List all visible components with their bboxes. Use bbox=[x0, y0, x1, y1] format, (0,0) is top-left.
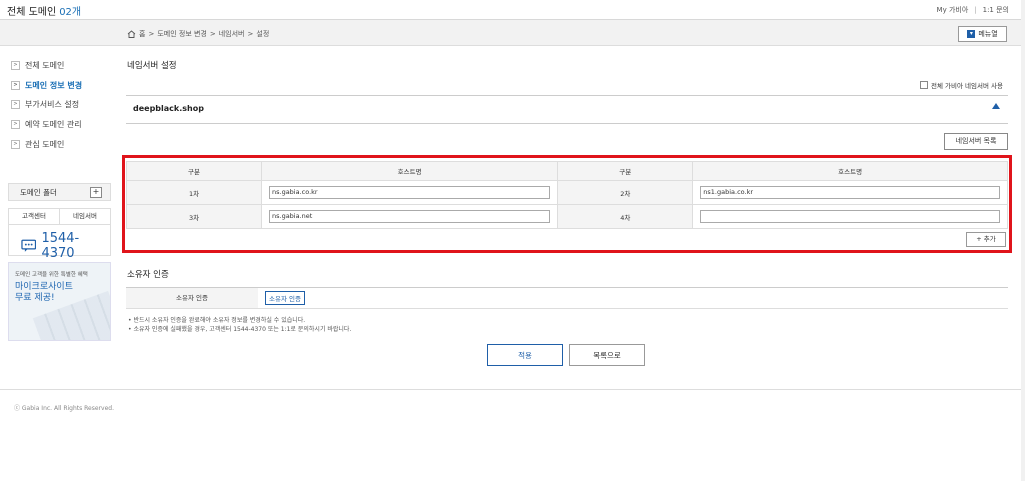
sidebar-item-label: 전체 도메인 bbox=[25, 61, 65, 70]
sidebar-item-all-domains[interactable]: > 전체 도메인 bbox=[11, 60, 64, 71]
menu-open-label: 메뉴열 bbox=[978, 30, 998, 38]
column-header-hostname-2: 호스트명 bbox=[692, 161, 1008, 181]
column-header-order-1: 구분 bbox=[126, 161, 262, 181]
all-gabia-ns-checkbox[interactable] bbox=[920, 81, 928, 89]
ns-cell-1: ns.gabia.co.kr bbox=[260, 180, 559, 205]
tab-customer-center[interactable]: 고객센터 bbox=[9, 209, 60, 224]
cs-phone: 1544-4370 bbox=[9, 225, 110, 261]
sidebar-item-label: 관심 도메인 bbox=[25, 140, 65, 149]
all-gabia-ns-label: 전체 가비아 네임서버 사용 bbox=[931, 82, 1003, 90]
sidebar-item-label: 도메인 정보 변경 bbox=[25, 81, 83, 90]
domain-bar[interactable] bbox=[126, 95, 1008, 124]
inquiry-link[interactable]: 1:1 문의 bbox=[983, 6, 1009, 14]
page-header-title: 전체 도메인 02개 bbox=[7, 3, 81, 18]
promo-title-line-2: 무료 제공! bbox=[15, 293, 55, 303]
owner-auth-button[interactable]: 소유자 인증 bbox=[265, 291, 305, 305]
sidebar-item-watched-domains[interactable]: > 관심 도메인 bbox=[11, 139, 64, 150]
my-gabia-link[interactable]: My 가비아 bbox=[937, 6, 969, 14]
chevron-down-icon: ▾ bbox=[967, 30, 976, 38]
breadcrumb-separator: > bbox=[247, 30, 254, 38]
nameserver-input-3[interactable]: ns.gabia.net bbox=[269, 210, 551, 223]
link-separator: | bbox=[974, 6, 977, 14]
breadcrumb-separator: > bbox=[148, 30, 155, 38]
promo-title-line-1: 마이크로사이트 bbox=[15, 282, 73, 292]
nameserver-input-4[interactable] bbox=[700, 210, 1000, 223]
ns-cell-4 bbox=[692, 204, 1008, 229]
top-links: My 가비아 | 1:1 문의 bbox=[937, 5, 1009, 15]
domain-name: deepblack.shop bbox=[133, 104, 204, 113]
nameserver-list-button[interactable]: 네임서버 목록 bbox=[944, 133, 1008, 150]
promo-subtitle: 도메인 고객을 위한 특별한 혜택 bbox=[15, 272, 88, 278]
all-gabia-ns-option[interactable]: 전체 가비아 네임서버 사용 bbox=[920, 80, 1003, 90]
ns-order-label-2: 2차 bbox=[557, 180, 694, 205]
breadcrumb-separator: > bbox=[209, 30, 216, 38]
breadcrumb-item-info-change[interactable]: 도메인 정보 변경 bbox=[157, 29, 207, 39]
notice-text-2: 소유자 인증에 실패했을 경우, 고객센터 1544-4370 또는 1:1로 … bbox=[133, 326, 352, 333]
add-nameserver-button[interactable]: + 추가 bbox=[966, 232, 1006, 247]
breadcrumb-home[interactable]: 홈 bbox=[139, 29, 145, 39]
tab-nameserver[interactable]: 네임서버 bbox=[60, 209, 110, 224]
ns-order-label-1: 1차 bbox=[126, 180, 262, 205]
home-icon[interactable] bbox=[127, 30, 136, 38]
menu-open-button[interactable]: ▾ 메뉴열 bbox=[958, 26, 1007, 42]
breadcrumb-item-settings: 설정 bbox=[256, 30, 270, 38]
promo-banner[interactable]: 도메인 고객을 위한 특별한 혜택 마이크로사이트 무료 제공! bbox=[8, 262, 111, 341]
customer-center-box: 고객센터 네임서버 1544-4370 bbox=[8, 208, 111, 261]
page-title: 네임서버 설정 bbox=[127, 61, 177, 71]
chevron-right-icon: > bbox=[11, 81, 20, 90]
column-header-hostname-1: 호스트명 bbox=[260, 161, 559, 181]
copyright: ⓒ Gabia Inc. All Rights Reserved. bbox=[14, 405, 114, 412]
footer-divider bbox=[0, 389, 1025, 390]
sidebar-item-reserved-domains[interactable]: > 예약 도메인 관리 bbox=[11, 119, 82, 130]
nameserver-table: 구분 호스트명 구분 호스트명 1차 ns.gabia.co.kr 2차 ns1… bbox=[126, 161, 1008, 229]
chevron-right-icon: > bbox=[11, 140, 20, 149]
apply-button[interactable]: 적용 bbox=[487, 344, 563, 366]
domain-count: 02개 bbox=[59, 7, 82, 18]
owner-auth-row: 소유자 인증 소유자 인증 bbox=[126, 287, 1008, 309]
nameserver-input-1[interactable]: ns.gabia.co.kr bbox=[269, 186, 551, 199]
sidebar-item-domain-info-change[interactable]: > 도메인 정보 변경 bbox=[11, 80, 82, 91]
chevron-right-icon: > bbox=[11, 120, 20, 129]
owner-auth-cell: 소유자 인증 bbox=[258, 288, 305, 308]
ns-cell-3: ns.gabia.net bbox=[260, 204, 559, 229]
phone-number: 1544-4370 bbox=[41, 231, 80, 261]
table-row: 3차 ns.gabia.net 4차 bbox=[126, 204, 1008, 229]
breadcrumb-item-nameserver[interactable]: 네임서버 bbox=[219, 29, 245, 39]
notice-text-1: 반드시 소유자 인증을 완료해야 소유자 정보를 변경하실 수 있습니다. bbox=[133, 317, 306, 324]
chevron-right-icon: > bbox=[11, 61, 20, 70]
nameserver-input-2[interactable]: ns1.gabia.co.kr bbox=[700, 186, 1000, 199]
chat-bubble-icon bbox=[21, 239, 37, 252]
notice-item: • 반드시 소유자 인증을 완료해야 소유자 정보를 변경하실 수 있습니다. bbox=[128, 317, 306, 324]
domain-folder-label: 도메인 폴더 bbox=[20, 187, 57, 197]
table-header-row: 구분 호스트명 구분 호스트명 bbox=[126, 161, 1008, 181]
chevron-right-icon: > bbox=[11, 100, 20, 109]
owner-auth-title: 소유자 인증 bbox=[127, 270, 169, 280]
back-to-list-button[interactable]: 목록으로 bbox=[569, 344, 645, 366]
column-header-order-2: 구분 bbox=[557, 161, 694, 181]
sidebar-item-label: 부가서비스 설정 bbox=[25, 100, 80, 109]
notice-item: • 소유자 인증에 실패했을 경우, 고객센터 1544-4370 또는 1:1… bbox=[128, 326, 352, 333]
ns-order-label-4: 4차 bbox=[557, 204, 694, 229]
folder-add-button[interactable]: + bbox=[90, 186, 102, 198]
ns-cell-2: ns1.gabia.co.kr bbox=[692, 180, 1008, 205]
ns-order-label-3: 3차 bbox=[126, 204, 262, 229]
promo-title: 마이크로사이트 무료 제공! bbox=[15, 282, 73, 304]
cs-tabs: 고객센터 네임서버 bbox=[9, 209, 110, 225]
domain-folder: 도메인 폴더 + bbox=[8, 183, 111, 201]
collapse-up-icon[interactable] bbox=[992, 103, 1000, 109]
breadcrumb: 홈 > 도메인 정보 변경 > 네임서버 > 설정 bbox=[127, 29, 269, 39]
sidebar-item-addon-settings[interactable]: > 부가서비스 설정 bbox=[11, 99, 79, 110]
owner-auth-label: 소유자 인증 bbox=[126, 288, 258, 308]
sidebar-item-label: 예약 도메인 관리 bbox=[25, 120, 82, 129]
scrollbar[interactable] bbox=[1021, 0, 1025, 481]
table-row: 1차 ns.gabia.co.kr 2차 ns1.gabia.co.kr bbox=[126, 180, 1008, 205]
header-title: 전체 도메인 bbox=[7, 7, 57, 18]
